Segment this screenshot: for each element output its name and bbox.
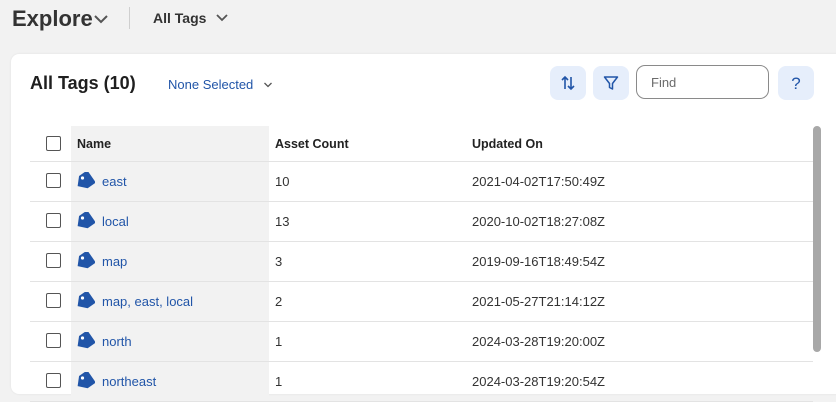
column-header-asset-count[interactable]: Asset Count [275,126,349,162]
table-header: Name Asset Count Updated On [30,126,813,162]
table-row[interactable]: north 1 2024-03-28T19:20:00Z [30,322,813,362]
view-selector[interactable]: All Tags [153,10,206,26]
row-checkbox[interactable] [46,173,61,188]
updated-on: 2024-03-28T19:20:54Z [472,374,605,389]
table-row[interactable]: map 3 2019-09-16T18:49:54Z [30,242,813,282]
asset-count: 3 [275,254,283,269]
row-checkbox[interactable] [46,333,61,348]
tag-icon [77,212,95,229]
sort-icon [561,75,575,91]
tag-name-link[interactable]: map [102,242,127,281]
help-button[interactable]: ? [778,66,814,100]
table-scrollbar[interactable] [813,126,821,352]
table-row[interactable]: northeast 1 2024-03-28T19:20:54Z [30,362,813,402]
tag-name-link[interactable]: map, east, local [102,282,193,321]
topbar-divider [129,7,130,29]
top-bar: Explore All Tags [0,0,836,44]
tag-name-link[interactable]: east [102,162,127,201]
tag-icon [77,172,95,189]
asset-count: 13 [275,214,290,229]
sort-button[interactable] [550,66,586,100]
tag-icon [77,252,95,269]
updated-on: 2020-10-02T18:27:08Z [472,214,605,229]
chevron-down-icon[interactable] [93,13,109,25]
select-all-checkbox[interactable] [46,136,61,151]
updated-on: 2019-09-16T18:49:54Z [472,254,605,269]
selection-label: None Selected [168,77,254,92]
column-header-updated-on[interactable]: Updated On [472,126,543,162]
updated-on: 2024-03-28T19:20:00Z [472,334,605,349]
filter-button[interactable] [593,66,629,100]
asset-count: 10 [275,174,290,189]
updated-on: 2021-04-02T17:50:49Z [472,174,605,189]
tag-icon [77,292,95,309]
asset-count: 1 [275,374,283,389]
tags-table: Name Asset Count Updated On east 10 2021… [30,126,813,402]
chevron-down-icon [263,82,272,88]
search-input[interactable] [636,65,769,99]
updated-on: 2021-05-27T21:14:12Z [472,294,605,309]
row-checkbox[interactable] [46,293,61,308]
tag-name-link[interactable]: north [102,322,132,361]
filter-icon [603,76,619,90]
tag-name-link[interactable]: local [102,202,129,241]
tag-icon [77,332,95,349]
table-row[interactable]: local 13 2020-10-02T18:27:08Z [30,202,813,242]
chevron-down-icon[interactable] [215,13,229,23]
table-row[interactable]: map, east, local 2 2021-05-27T21:14:12Z [30,282,813,322]
help-label: ? [791,74,801,93]
app-title[interactable]: Explore [12,6,93,32]
column-header-name[interactable]: Name [77,126,111,162]
row-checkbox[interactable] [46,253,61,268]
page-title: All Tags (10) [30,73,136,93]
tags-card: All Tags (10) None Selected ? Name Asset… [11,54,836,402]
tag-name-link[interactable]: northeast [102,362,156,401]
selection-dropdown[interactable]: None Selected [168,77,273,92]
table-row[interactable]: east 10 2021-04-02T17:50:49Z [30,162,813,202]
row-checkbox[interactable] [46,213,61,228]
tag-icon [77,372,95,389]
asset-count: 1 [275,334,283,349]
asset-count: 2 [275,294,283,309]
row-checkbox[interactable] [46,373,61,388]
